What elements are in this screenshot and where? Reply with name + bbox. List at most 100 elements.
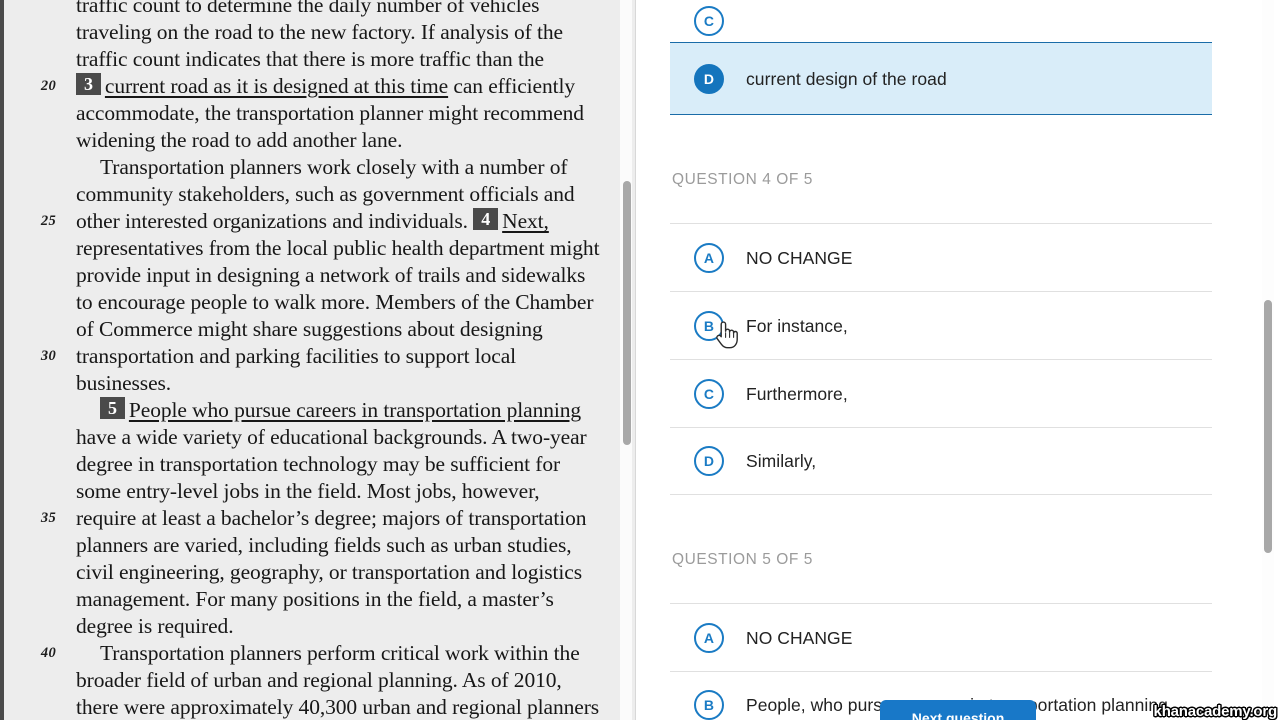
choice-label-b: For instance, [746, 315, 848, 336]
passage-scrollbar-thumb[interactable] [623, 181, 631, 445]
choice-option-c-partial[interactable]: C [670, 0, 1212, 42]
choice-bubble-c: C [694, 378, 724, 409]
choice-bubble-d: D [694, 446, 724, 476]
passage-line: 35 require at least a bachelor’s degree;… [22, 505, 594, 532]
passage-question-marker-3[interactable]: 3 [76, 73, 101, 95]
label-spacer [670, 189, 1212, 223]
passage-pane: traffic count to determine the daily num… [0, 0, 636, 720]
passage-line: traveling on the road to the new factory… [22, 19, 594, 46]
passage-line: 30 transportation and parking facilities… [22, 343, 594, 370]
passage-line-text: Transportation planners perform critical… [100, 641, 580, 665]
passage-line: civil engineering, geography, or transpo… [22, 559, 594, 586]
passage-line-text: of Commerce might share suggestions abou… [76, 317, 543, 341]
passage-line-text: require at least a bachelor’s degree; ma… [76, 506, 587, 530]
passage-line-text: businesses. [76, 371, 172, 395]
exercise-pane: C D current design of the road QUESTION … [636, 0, 1280, 720]
passage-line: traffic count to determine the daily num… [22, 0, 594, 19]
passage-line: provide input in designing a network of … [22, 262, 594, 289]
passage-line-text: traveling on the road to the new factory… [76, 20, 563, 44]
passage-line: degree is required. [22, 613, 594, 640]
passage-line: of Commerce might share suggestions abou… [22, 316, 594, 343]
passage-line: planners are varied, including fields su… [22, 532, 594, 559]
passage-line: 25 other interested organizations and in… [22, 208, 594, 235]
choice-label-a: NO CHANGE [746, 627, 853, 648]
passage-line-text: broader field of urban and regional plan… [76, 668, 562, 692]
passage-question-marker-5[interactable]: 5 [100, 397, 125, 419]
passage-line-text: traffic count indicates that there is mo… [76, 47, 544, 71]
passage-line-text: management. For many positions in the fi… [76, 587, 554, 611]
question-5-label: QUESTION 5 OF 5 [672, 551, 813, 568]
passage-question-marker-4[interactable]: 4 [473, 208, 499, 230]
choice-bubble-c: C [694, 6, 724, 36]
next-question-button[interactable]: Next question [880, 700, 1036, 720]
passage-line: to encourage people to walk more. Member… [22, 289, 594, 316]
choice-bubble-b: B [694, 310, 724, 341]
choice-label-a: NO CHANGE [746, 247, 853, 268]
passage-line-text: degree in transportation technology may … [76, 452, 561, 476]
line-number: 25 [40, 213, 56, 229]
passage-line-text: transportation and parking facilities to… [76, 344, 517, 368]
passage-line: degree in transportation technology may … [22, 451, 594, 478]
passage-underlined-segment-4[interactable]: Next, [502, 209, 549, 233]
line-number: 40 [40, 645, 56, 661]
passage-line-text: widening the road to add another lane. [76, 128, 403, 152]
khan-academy-sat-practice-screen: traffic count to determine the daily num… [0, 0, 1280, 720]
exercise-scrollbar-thumb[interactable] [1264, 300, 1272, 553]
passage-line-text: community stakeholders, such as governme… [76, 182, 575, 206]
passage-line: 5 People who pursue careers in transporta… [22, 397, 594, 424]
passage-line-text: planners are varied, including fields su… [76, 533, 572, 557]
choice-label-d: Similarly, [746, 451, 817, 471]
passage-line: widening the road to add another lane. [22, 127, 594, 154]
passage-line-text: civil engineering, geography, or transpo… [76, 560, 582, 584]
label-spacer [670, 569, 1212, 603]
choice-bubble-a: A [694, 622, 724, 653]
question-4-choice-a[interactable]: A NO CHANGE [670, 223, 1212, 291]
question-5-choice-a[interactable]: A NO CHANGE [670, 603, 1212, 671]
passage-line-text: there were approximately 40,300 urban an… [76, 695, 600, 719]
passage-line: have a wide variety of educational backg… [22, 424, 594, 451]
passage-text-body: traffic count to determine the daily num… [4, 0, 604, 720]
question-4-choice-b[interactable]: B For instance, [670, 291, 1212, 359]
passage-line-text: degree is required. [76, 614, 234, 638]
passage-line: 20 3 current road as it is designed at th… [22, 73, 594, 100]
khanacademy-watermark: khanacademy.org [1153, 703, 1278, 720]
choice-label-d: current design of the road [746, 68, 947, 89]
line-number: 30 [40, 348, 56, 364]
choice-bubble-b: B [694, 690, 724, 720]
line-number: 20 [40, 78, 56, 94]
question-4-choice-d[interactable]: D Similarly, [670, 427, 1212, 495]
passage-line: businesses. [22, 370, 594, 397]
choice-bubble-a: A [694, 242, 724, 273]
passage-line: traffic count indicates that there is mo… [22, 46, 594, 73]
choice-bubble-d: D [694, 63, 724, 94]
question-4-choice-c[interactable]: C Furthermore, [670, 359, 1212, 427]
passage-underlined-segment-3[interactable]: current road as it is designed at this t… [105, 74, 448, 98]
choice-option-d-selected[interactable]: D current design of the road [670, 42, 1212, 115]
question-4-choice-list: A NO CHANGE B For instance, C Furthermor… [670, 223, 1212, 495]
passage-line-text: some entry-level jobs in the field. Most… [76, 479, 540, 503]
exercise-content: C D current design of the road QUESTION … [636, 0, 1248, 720]
passage-line: community stakeholders, such as governme… [22, 181, 594, 208]
passage-line: there were approximately 40,300 urban an… [22, 694, 599, 720]
passage-line: management. For many positions in the fi… [22, 586, 594, 613]
question-4-label: QUESTION 4 OF 5 [672, 171, 813, 188]
passage-underlined-segment-5[interactable]: People who pursue careers in transportat… [129, 398, 581, 422]
passage-line-text: have a wide variety of educational backg… [76, 425, 587, 449]
choice-label-c: Furthermore, [746, 383, 848, 404]
passage-line-text: other interested organizations and indiv… [76, 209, 468, 233]
passage-line: Transportation planners work closely wit… [22, 154, 594, 181]
passage-line-text: Transportation planners work closely wit… [100, 155, 568, 179]
passage-line-text: provide input in designing a network of … [76, 263, 586, 287]
passage-line-text: to encourage people to walk more. Member… [76, 290, 594, 314]
passage-line: broader field of urban and regional plan… [22, 667, 594, 694]
line-number: 35 [40, 510, 56, 526]
passage-line: some entry-level jobs in the field. Most… [22, 478, 594, 505]
passage-line: accommodate, the transportation planner … [22, 100, 594, 127]
passage-line: representatives from the local public he… [22, 235, 600, 262]
passage-line-text: accommodate, the transportation planner … [76, 101, 584, 125]
passage-line-text: traffic count to determine the daily num… [76, 0, 540, 17]
passage-line-text: representatives from the local public he… [76, 236, 600, 260]
passage-line: 40 Transportation planners perform criti… [22, 640, 594, 667]
